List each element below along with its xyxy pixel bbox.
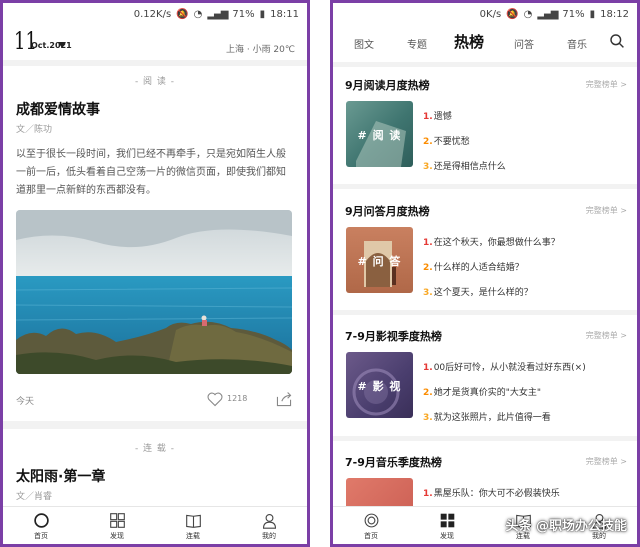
tab-music[interactable]: 音乐 xyxy=(567,36,587,51)
status-bar: 0.12K/s 🔕 ◔ ▂▄▆ 71% ▮ 18:11 xyxy=(3,3,307,25)
watermark: 头条 @职场办公技能 xyxy=(505,519,627,534)
divider xyxy=(333,62,637,67)
heart-icon[interactable] xyxy=(206,391,224,407)
top-nav: 图文 专题 热榜 问答 音乐 xyxy=(333,25,637,61)
home-circle-icon xyxy=(33,513,49,528)
ranking-list: 1.00后好可怜，从小就没看过好东西(×) 2.她才是货真价实的"大女主" 3.… xyxy=(423,356,629,431)
section-title: 7-9月音乐季度热榜 xyxy=(345,456,442,469)
thumbnail-label: # 问 答 xyxy=(357,255,402,268)
full-list-link[interactable]: 完整榜单 > xyxy=(586,79,627,90)
right-phone-screen: 0K/s 🔕 ◔ ▂▄▆ 71% ▮ 18:12 图文 专题 热榜 问答 音乐 … xyxy=(330,0,640,547)
ranking-list: 1.黑屋乐队：你大可不必假装快乐 xyxy=(423,482,629,507)
serial-author: 文／肖睿 xyxy=(16,492,53,502)
ranking-item[interactable]: 2.不要忧愁 xyxy=(423,130,629,155)
ranking-item[interactable]: 1.在这个秋天，你最想做什么事？ xyxy=(423,231,629,256)
tab-home[interactable]: 首页 xyxy=(3,507,79,544)
full-list-link[interactable]: 完整榜单 > xyxy=(586,456,627,467)
thumbnail-label: # 影 视 xyxy=(357,380,402,393)
reading-thumbnail[interactable]: # 阅 读 xyxy=(346,101,413,167)
battery-level: 71% xyxy=(562,8,585,20)
article-excerpt[interactable]: 以至于很长一段时间，我们已经不再牵手，只是宛如陌生人般一前一后，低头看着自己空荡… xyxy=(16,146,295,200)
qa-thumbnail[interactable]: # 问 答 xyxy=(346,227,413,293)
person-icon xyxy=(262,513,276,529)
ranking-item[interactable]: 1.00后好可怜，从小就没看过好东西(×) xyxy=(423,356,629,381)
full-list-link[interactable]: 完整榜单 > xyxy=(586,205,627,216)
signal-icon: ▂▄▆ xyxy=(207,8,228,20)
tab-label: 首页 xyxy=(364,532,378,540)
signal-icon: ▂▄▆ xyxy=(537,8,558,20)
tab-topics[interactable]: 专题 xyxy=(407,36,427,51)
date-header: 11 Oct.2021 上海 · 小雨 20℃ xyxy=(3,25,307,59)
tab-label: 发现 xyxy=(440,532,454,540)
section-title: 9月阅读月度热榜 xyxy=(345,79,430,92)
ranking-item[interactable]: 2.什么样的人适合结婚？ xyxy=(423,256,629,281)
battery-level: 71% xyxy=(232,8,255,20)
tab-serial[interactable]: 连载 xyxy=(155,507,231,544)
tab-hot-list[interactable]: 热榜 xyxy=(454,31,484,52)
wifi-icon: ◔ xyxy=(523,8,533,20)
article-title[interactable]: 成都爱情故事 xyxy=(16,99,100,119)
section-tag-serial: - 连 载 - xyxy=(134,444,176,454)
tab-profile[interactable]: 我的 xyxy=(231,507,307,544)
thumbnail-label: # 阅 读 xyxy=(357,129,402,142)
ranking-list: 1.在这个秋天，你最想做什么事？ 2.什么样的人适合结婚？ 3.这个夏天，是什么… xyxy=(423,231,629,306)
ranking-item[interactable]: 3.就为这张照片，此片值得一看 xyxy=(423,406,629,431)
tab-discover[interactable]: 发现 xyxy=(79,507,155,544)
ranking-item[interactable]: 3.还是得相信点什么 xyxy=(423,155,629,180)
section-title: 7-9月影视季度热榜 xyxy=(345,330,442,343)
grid-icon xyxy=(109,513,125,528)
article-meta-row: 今天 1218 xyxy=(16,391,295,409)
caret-down-icon[interactable] xyxy=(58,42,66,48)
tab-label: 发现 xyxy=(110,532,124,540)
divider xyxy=(333,184,637,189)
mute-icon: 🔕 xyxy=(506,8,519,20)
book-icon xyxy=(185,514,201,528)
network-speed: 0K/s xyxy=(479,8,502,20)
home-circle-icon xyxy=(364,513,378,528)
article-author: 文／陈功 xyxy=(16,125,53,135)
tab-home[interactable]: 首页 xyxy=(333,507,409,544)
left-phone-screen: 0.12K/s 🔕 ◔ ▂▄▆ 71% ▮ 18:11 11 Oct.2021 … xyxy=(0,0,310,547)
tab-discover[interactable]: 发现 xyxy=(409,507,485,544)
ranking-list: 1.遗憾 2.不要忧愁 3.还是得相信点什么 xyxy=(423,105,629,180)
battery-icon: ▮ xyxy=(589,8,596,20)
ranking-item[interactable]: 2.她才是货真价实的"大女主" xyxy=(423,381,629,406)
tab-label: 首页 xyxy=(34,532,48,540)
grid-icon xyxy=(440,513,454,528)
mute-icon: 🔕 xyxy=(176,8,189,20)
status-bar: 0K/s 🔕 ◔ ▂▄▆ 71% ▮ 18:12 xyxy=(333,3,637,25)
wifi-icon: ◔ xyxy=(193,8,203,20)
ranking-item[interactable]: 1.遗憾 xyxy=(423,105,629,130)
clock: 18:11 xyxy=(270,8,299,20)
battery-icon: ▮ xyxy=(259,8,266,20)
share-icon[interactable] xyxy=(275,391,293,407)
section-title: 9月问答月度热榜 xyxy=(345,205,430,218)
tab-label: 我的 xyxy=(262,532,276,540)
network-speed: 0.12K/s xyxy=(133,8,172,20)
tab-label: 连载 xyxy=(186,532,200,540)
divider xyxy=(3,60,307,66)
ranking-item[interactable]: 3.这个夏天，是什么样的？ xyxy=(423,281,629,306)
ranking-item[interactable]: 1.黑屋乐队：你大可不必假装快乐 xyxy=(423,482,629,507)
bottom-tab-bar: 首页 发现 连载 我的 xyxy=(3,506,307,544)
divider xyxy=(333,436,637,441)
tab-qa[interactable]: 问答 xyxy=(514,36,534,51)
article-date: 今天 xyxy=(16,397,35,407)
tab-graphic[interactable]: 图文 xyxy=(354,36,374,51)
serial-title[interactable]: 太阳雨·第一章 xyxy=(16,466,105,486)
film-thumbnail[interactable]: # 影 视 xyxy=(346,352,413,418)
article-cover-image[interactable] xyxy=(16,210,292,374)
weather-info: 上海 · 小雨 20℃ xyxy=(225,45,295,55)
search-icon[interactable] xyxy=(609,33,625,49)
like-count: 1218 xyxy=(227,394,248,403)
divider xyxy=(3,421,307,429)
full-list-link[interactable]: 完整榜单 > xyxy=(586,330,627,341)
clock: 18:12 xyxy=(600,8,629,20)
divider xyxy=(333,310,637,315)
section-tag-reading: - 阅 读 - xyxy=(134,77,176,87)
